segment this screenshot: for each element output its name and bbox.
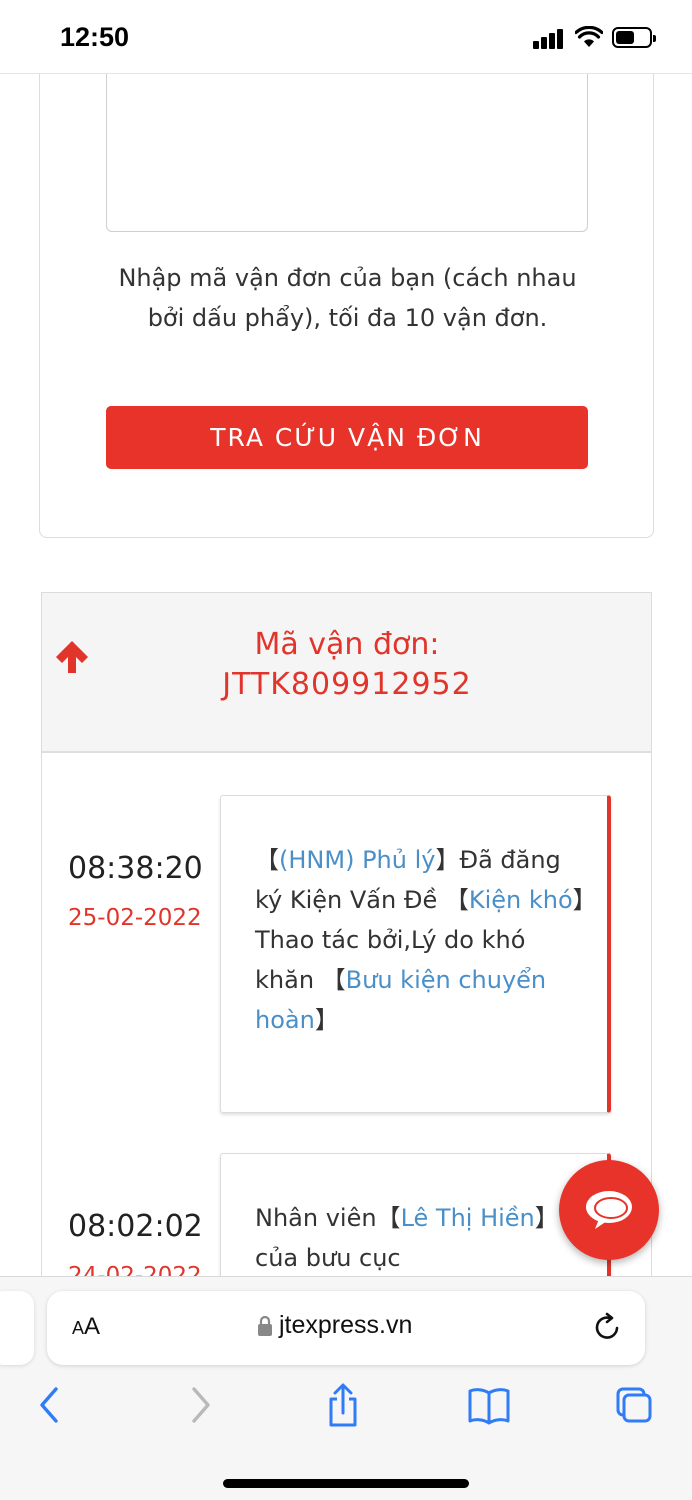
- share-icon[interactable]: [323, 1383, 363, 1427]
- chat-button[interactable]: [559, 1160, 659, 1260]
- browser-toolbar: AA jtexpress.vn: [0, 1276, 692, 1500]
- address-bar[interactable]: AA jtexpress.vn: [47, 1291, 645, 1365]
- event-text: 】: [314, 1006, 339, 1034]
- chat-icon: [586, 1191, 632, 1229]
- arrow-up-icon[interactable]: [52, 637, 92, 677]
- reload-icon[interactable]: [592, 1311, 624, 1343]
- result-header[interactable]: Mã vận đơn: JTTK809912952: [42, 593, 651, 753]
- track-waybill-button[interactable]: TRA CỨU VẬN ĐƠN: [106, 406, 588, 469]
- reader-settings-button[interactable]: AA: [72, 1313, 100, 1341]
- home-indicator: [223, 1479, 469, 1488]
- event-highlight-text: Lê Thị Hiền: [400, 1204, 535, 1232]
- lock-icon: [258, 1315, 272, 1336]
- url-field[interactable]: jtexpress.vn: [257, 1311, 412, 1340]
- waybill-label: Mã vận đơn:: [254, 627, 440, 662]
- wifi-icon: [575, 26, 603, 47]
- event-card: 【(HNM) Phủ lý】Đã đăng ký Kiện Vấn Đề 【Ki…: [220, 795, 611, 1113]
- url-text: jtexpress.vn: [279, 1311, 413, 1339]
- signal-icon: [533, 29, 565, 49]
- event-time: 08:02:02: [68, 1209, 203, 1244]
- status-bar: 12:50: [0, 0, 692, 74]
- tabs-icon[interactable]: [614, 1383, 654, 1427]
- previous-tab-preview[interactable]: [0, 1291, 34, 1365]
- event-time: 08:38:20: [68, 851, 203, 886]
- search-card: Nhập mã vận đơn của bạn (cách nhau bởi d…: [39, 40, 654, 538]
- forward-icon[interactable]: [180, 1383, 220, 1427]
- event-date: 25-02-2022: [68, 905, 202, 931]
- event-highlight-text: Kiện khó: [468, 886, 573, 914]
- back-icon[interactable]: [30, 1383, 70, 1427]
- event-highlight-text: (HNM) Phủ lý: [279, 846, 436, 874]
- status-time: 12:50: [60, 22, 130, 52]
- event-text: 【: [255, 846, 279, 874]
- battery-icon: [612, 27, 656, 48]
- helper-text: Nhập mã vận đơn của bạn (cách nhau bởi d…: [118, 264, 577, 332]
- event-text: Nhân viên【: [255, 1204, 401, 1232]
- waybill-number: JTTK809912952: [222, 667, 472, 702]
- bookmarks-icon[interactable]: [467, 1383, 511, 1427]
